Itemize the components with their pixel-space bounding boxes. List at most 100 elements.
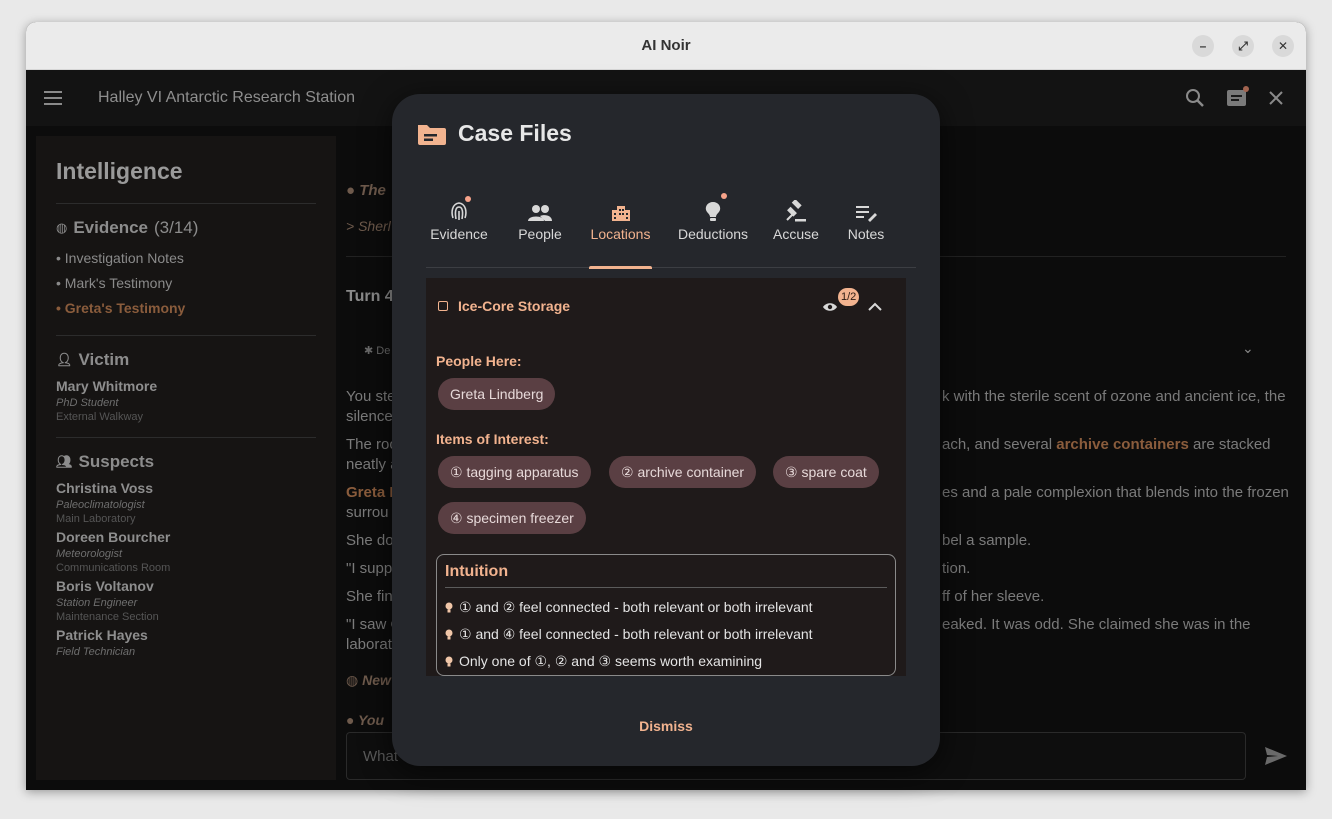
evidence-count: (3/14): [154, 218, 199, 237]
item-chip[interactable]: ③ spare coat: [773, 456, 879, 488]
suspect-entry[interactable]: Christina Voss Paleoclimatologist Main L…: [56, 480, 316, 525]
suspect-name: Christina Voss: [56, 480, 153, 496]
item-chip[interactable]: ② archive container: [609, 456, 757, 488]
tab-notes[interactable]: Notes: [842, 190, 890, 268]
intuition-box: Intuition ① and ② feel connected - both …: [436, 554, 896, 676]
victim-name[interactable]: Mary Whitmore: [56, 378, 316, 394]
story-text: silence: [346, 408, 393, 425]
check-icon: ●: [346, 182, 360, 199]
maximize-button[interactable]: ⤢: [1232, 35, 1254, 57]
lightbulb-icon: [445, 602, 453, 613]
notification-dot: [721, 193, 727, 199]
dialog-header: Case Files: [416, 120, 572, 147]
notes-icon: [856, 206, 877, 222]
story-text: The roo: [346, 436, 398, 453]
suspect-name: Doreen Bourcher: [56, 529, 171, 545]
evidence-label: Evidence: [73, 218, 148, 237]
story-text: She fin: [346, 588, 393, 605]
story-text: eaked. It was odd. She claimed she was i…: [942, 616, 1251, 633]
lightbulb-icon: [445, 629, 453, 640]
item-chip[interactable]: ④ specimen freezer: [438, 502, 586, 534]
suspect-name: Boris Voltanov: [56, 578, 154, 594]
suspect-role: Meteorologist: [56, 548, 123, 560]
player-command: > Sherl: [346, 218, 391, 234]
story-text: ach, and several archive containers are …: [942, 436, 1271, 453]
location-name: Ice-Core Storage: [458, 298, 571, 314]
story-text: laborat: [346, 636, 392, 653]
suspect-role: Station Engineer: [56, 597, 138, 609]
suspect-role: Paleoclimatologist: [56, 499, 145, 511]
victim-label: Victim: [78, 350, 130, 369]
evidence-header[interactable]: ◍ Evidence (3/14): [56, 218, 316, 238]
deduction-note: ● You: [346, 712, 385, 728]
input-placeholder: What: [363, 748, 399, 765]
dialog-title: Case Files: [458, 120, 572, 146]
story-text: surrou: [346, 504, 389, 521]
intuition-row: ① and ② feel connected - both relevant o…: [445, 594, 887, 621]
story-text: neatly a: [346, 456, 399, 473]
tab-locations[interactable]: Locations: [589, 190, 652, 269]
divider: [56, 203, 316, 204]
person-chip[interactable]: Greta Lindberg: [438, 378, 556, 410]
tab-label: People: [518, 226, 562, 242]
evidence-item-active[interactable]: • Greta's Testimony: [56, 296, 316, 321]
story-text: You ste: [346, 388, 396, 405]
dismiss-button[interactable]: Dismiss: [392, 718, 940, 734]
suspect-location: Main Laboratory: [56, 513, 136, 525]
tab-deductions[interactable]: Deductions: [671, 190, 755, 268]
minimize-button[interactable]: –: [1192, 35, 1214, 57]
close-window-button[interactable]: ✕: [1272, 35, 1294, 57]
checkbox-icon[interactable]: [438, 301, 448, 311]
suspect-entry[interactable]: Patrick Hayes Field Technician: [56, 627, 316, 658]
new-evidence-note: ◍ New: [346, 672, 391, 688]
chevron-down-icon[interactable]: ⌄: [1242, 340, 1254, 357]
location-title: Halley VI Antarctic Research Station: [98, 89, 356, 106]
story-text: ff of her sleeve.: [942, 588, 1045, 605]
chevron-up-icon[interactable]: [868, 302, 882, 312]
suspects-label: Suspects: [78, 452, 155, 471]
suspect-name: Patrick Hayes: [56, 627, 148, 643]
turn-label: Turn 4: [346, 288, 394, 305]
tab-people[interactable]: People: [510, 190, 570, 268]
search-icon[interactable]: [1185, 88, 1205, 108]
folder-icon: [418, 124, 446, 145]
fingerprint-icon: ◍: [56, 220, 68, 235]
suspect-role: Field Technician: [56, 646, 136, 658]
tab-label: Notes: [847, 226, 885, 242]
evidence-item[interactable]: • Mark's Testimony: [56, 271, 316, 296]
suspect-entry[interactable]: Boris Voltanov Station Engineer Maintena…: [56, 578, 316, 623]
location-panel: Ice-Core Storage 1/2 People Here: Greta …: [426, 278, 906, 676]
item-chip[interactable]: ① tagging apparatus: [438, 456, 591, 488]
evidence-item[interactable]: • Investigation Notes: [56, 246, 316, 271]
notification-dot: [465, 196, 471, 202]
highlight-term[interactable]: Greta L: [346, 484, 399, 501]
lightbulb-icon: [445, 656, 453, 667]
location-header[interactable]: Ice-Core Storage: [438, 298, 570, 314]
suspect-location: Communications Room: [56, 562, 171, 574]
case-files-tabs: Evidence People Locations Deductions Acc…: [426, 190, 916, 269]
intuition-title: Intuition: [445, 563, 887, 588]
case-files-icon[interactable]: [1226, 86, 1250, 108]
sidebar-title: Intelligence: [56, 158, 183, 184]
tab-label: Evidence: [430, 226, 488, 242]
divider: [56, 437, 316, 438]
suspect-location: Maintenance Section: [56, 611, 159, 623]
window-title: AI Noir: [641, 37, 691, 54]
building-icon: [611, 206, 630, 221]
highlight-term[interactable]: archive containers: [1056, 436, 1189, 453]
collapsed-section[interactable]: ✱ De: [364, 344, 390, 357]
send-icon[interactable]: [1264, 746, 1288, 766]
eye-icon[interactable]: [822, 301, 838, 313]
suspects-header: 👥︎ Suspects: [56, 452, 316, 472]
group-icon: 👥︎: [56, 454, 73, 469]
close-icon[interactable]: [1268, 90, 1284, 106]
suspect-entry[interactable]: Doreen Bourcher Meteorologist Communicat…: [56, 529, 316, 574]
story-text: bel a sample.: [942, 532, 1032, 549]
story-text: tion.: [942, 560, 971, 577]
menu-icon[interactable]: [44, 90, 64, 106]
victim-location: External Walkway: [56, 411, 144, 423]
victim-header: 👤︎ Victim: [56, 350, 316, 370]
intuition-row: ① and ④ feel connected - both relevant o…: [445, 621, 887, 648]
tab-accuse[interactable]: Accuse: [772, 190, 820, 268]
tab-evidence[interactable]: Evidence: [426, 190, 492, 268]
